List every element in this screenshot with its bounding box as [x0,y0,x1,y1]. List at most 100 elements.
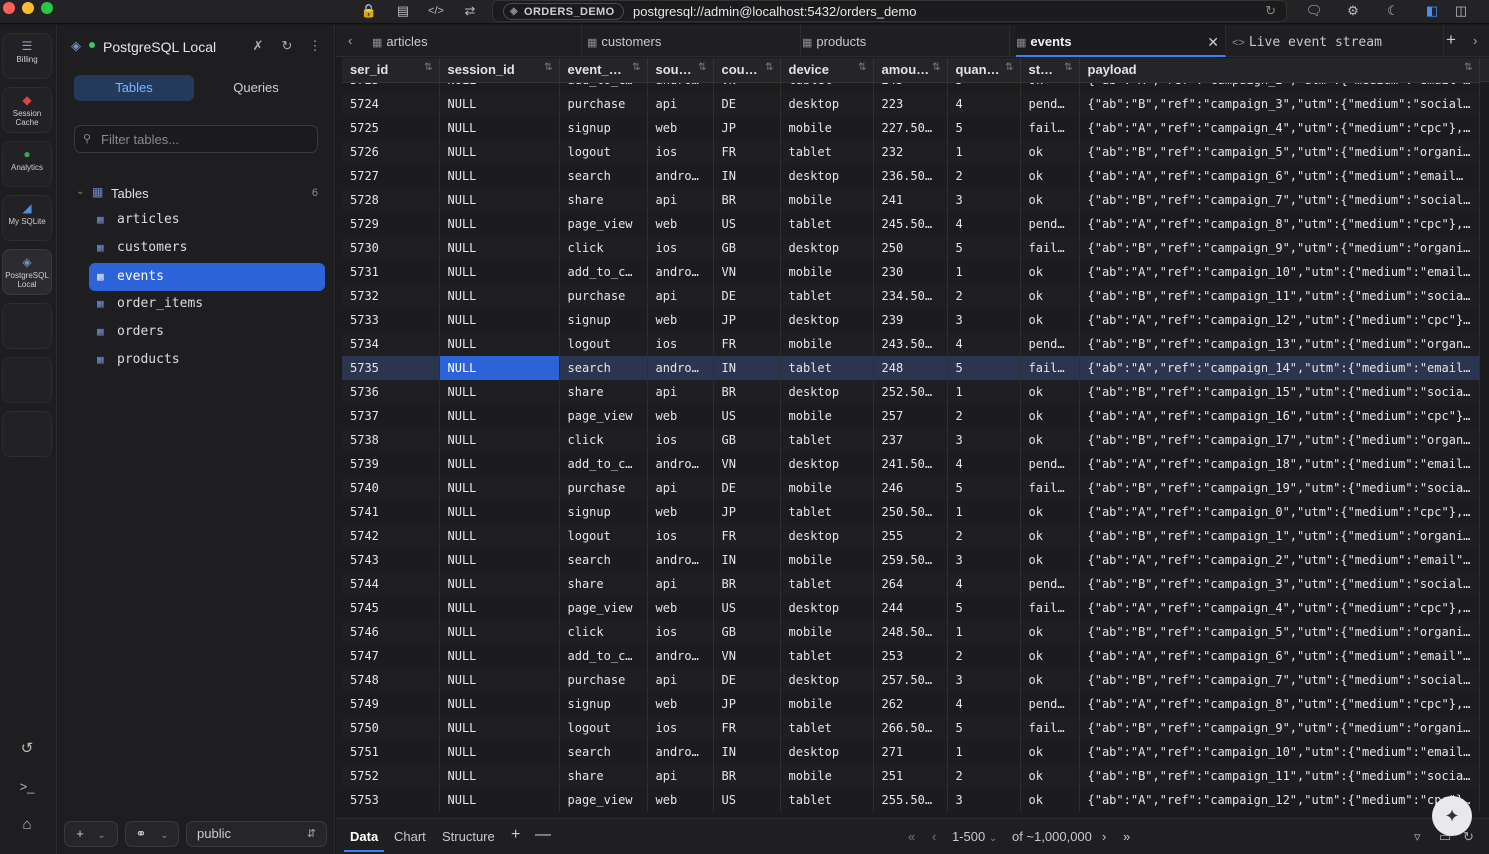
tab-events[interactable]: ▦ events ✕ [1016,25,1226,57]
sort-icon[interactable]: ⇅ [1464,62,1472,73]
table-cell[interactable]: NULL [439,740,560,764]
table-cell[interactable]: tablet [780,428,874,452]
table-cell[interactable]: 253 [873,644,948,668]
sidebar-table-orders[interactable]: ▦ orders [89,318,325,346]
table-cell[interactable]: NULL [439,356,560,380]
table-cell[interactable]: IN [713,356,781,380]
table-cell[interactable]: 5 [947,356,1021,380]
table-cell[interactable]: pend… [1020,572,1080,596]
table-cell[interactable]: JP [713,308,781,332]
table-cell[interactable]: page_view [559,788,648,812]
table-cell[interactable]: NULL [439,140,560,164]
table-cell[interactable]: NULL [439,524,560,548]
table-cell[interactable]: 2 [947,404,1021,428]
column-header[interactable]: session_id ⇅ [439,58,560,83]
table-cell[interactable]: DE [713,92,781,116]
table-cell[interactable]: andro… [647,452,714,476]
table-cell[interactable]: api [647,668,714,692]
table-cell[interactable]: 5735 [342,356,440,380]
rail-item-empty[interactable] [2,411,52,457]
table-cell[interactable]: {"ab":"B","ref":"campaign_9","utm":{"med… [1079,716,1480,740]
table-cell[interactable]: BR [713,764,781,788]
table-cell[interactable]: JP [713,692,781,716]
column-header[interactable]: payload ⇅ [1079,58,1480,83]
table-cell[interactable]: 1 [947,260,1021,284]
table-row[interactable]: 5729 NULL page_view web US tablet 245.50… 4 pend… [342,212,1480,236]
table-cell[interactable]: ok [1020,188,1080,212]
refresh-icon[interactable]: ↻ [1265,3,1276,19]
table-cell[interactable]: DE [713,284,781,308]
table-cell[interactable]: {"ab":"A","ref":"campaign_6","utm":{"med… [1079,644,1480,668]
table-cell[interactable]: 5748 [342,668,440,692]
first-page-icon[interactable]: « [908,829,915,844]
table-cell[interactable]: 223 [873,92,948,116]
table-cell[interactable]: NULL [439,572,560,596]
table-row[interactable]: 5733 NULL signup web JP desktop 239 3 ok {"ab":"A… [342,308,1480,332]
table-cell[interactable]: VN [713,260,781,284]
table-cell[interactable]: mobile [780,404,874,428]
table-cell[interactable]: web [647,596,714,620]
table-cell[interactable]: api [647,764,714,788]
table-cell[interactable]: {"ab":"A","ref":"campaign_0","utm":{"med… [1079,500,1480,524]
table-cell[interactable]: 5733 [342,308,440,332]
table-cell[interactable]: api [647,284,714,308]
table-cell[interactable]: {"ab":"B","ref":"campaign_3","utm":{"med… [1079,572,1480,596]
rail-item-postgresql-local[interactable]: ◈ PostgreSQL Local [2,249,52,295]
table-cell[interactable]: {"ab":"B","ref":"campaign_3","utm":{"med… [1079,92,1480,116]
table-cell[interactable]: 5743 [342,548,440,572]
table-cell[interactable]: NULL [439,428,560,452]
table-cell[interactable]: tablet [780,140,874,164]
table-cell[interactable]: ios [647,236,714,260]
table-cell[interactable]: desktop [780,92,874,116]
table-cell[interactable]: add_to_c… [559,260,648,284]
table-cell[interactable]: desktop [780,524,874,548]
table-cell[interactable]: 250 [873,236,948,260]
table-cell[interactable]: web [647,404,714,428]
table-cell[interactable]: ok [1020,380,1080,404]
table-cell[interactable]: 4 [947,692,1021,716]
sidebar-table-products[interactable]: ▦ products [89,346,325,374]
close-tab-icon[interactable]: ✕ [1207,25,1219,59]
table-cell[interactable]: share [559,188,648,212]
rail-item-my-sqlite[interactable]: ◢ My SQLite [2,195,52,241]
sort-icon[interactable]: ⇅ [858,62,866,73]
table-cell[interactable]: 257.50… [873,668,948,692]
table-row[interactable]: 5749 NULL signup web JP mobile 262 4 pend… {"ab":… [342,692,1480,716]
table-row[interactable]: 5730 NULL click ios GB desktop 250 5 fail… {"ab":… [342,236,1480,260]
table-cell[interactable]: 250.50… [873,500,948,524]
table-cell[interactable]: 5 [947,116,1021,140]
table-cell[interactable]: 239 [873,308,948,332]
table-cell[interactable]: ok [1020,500,1080,524]
table-cell[interactable]: 257 [873,404,948,428]
table-cell[interactable]: GB [713,428,781,452]
table-cell[interactable]: {"ab":"B","ref":"campaign_19","utm":{"me… [1079,476,1480,500]
table-cell[interactable]: ok [1020,668,1080,692]
column-header[interactable]: ser_id ⇅ [342,58,440,83]
table-cell[interactable]: tablet [780,212,874,236]
table-cell[interactable]: {"ab":"A","ref":"campaign_12","utm":{"me… [1079,788,1480,812]
table-cell[interactable]: {"ab":"B","ref":"campaign_15","utm":{"me… [1079,380,1480,404]
table-row[interactable]: 5750 NULL logout ios FR tablet 266.50… 5 fail… {"… [342,716,1480,740]
ai-assistant-button[interactable]: ✦ [1432,796,1472,836]
address-bar[interactable]: ◈ ORDERS_DEMO postgresql://admin@localho… [492,0,1287,22]
table-cell[interactable]: BR [713,572,781,596]
table-cell[interactable]: 2 [947,164,1021,188]
table-cell[interactable]: signup [559,116,648,140]
table-cell[interactable]: web [647,788,714,812]
table-cell[interactable]: NULL [439,788,560,812]
tab-structure[interactable]: Structure [442,829,495,844]
table-cell[interactable]: 4 [947,92,1021,116]
table-cell[interactable]: andro… [647,548,714,572]
table-cell[interactable]: share [559,380,648,404]
table-cell[interactable]: 246 [873,476,948,500]
terminal-icon[interactable]: >_ [16,776,38,798]
table-cell[interactable]: NULL [439,692,560,716]
table-cell[interactable]: share [559,764,648,788]
table-cell[interactable]: andro… [647,644,714,668]
sort-icon[interactable]: ⇅ [632,62,640,73]
table-cell[interactable]: purchase [559,476,648,500]
table-cell[interactable]: 1 [947,620,1021,644]
table-cell[interactable]: ok [1020,164,1080,188]
table-cell[interactable]: 5725 [342,116,440,140]
chevron-down-icon[interactable]: ⌄ [76,186,84,197]
